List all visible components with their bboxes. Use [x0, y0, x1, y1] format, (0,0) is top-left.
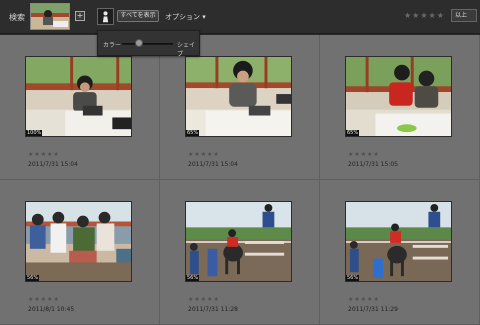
person-icon[interactable] — [97, 8, 114, 25]
zoom-badge: 56% — [186, 275, 200, 281]
photo-thumbnail[interactable]: 100% — [25, 56, 132, 137]
photo-cell[interactable]: 56% ★★★★★ 2011/7/31 11:28 — [160, 180, 320, 325]
zoom-badge: 56% — [346, 275, 360, 281]
photo-grid: 100% ★★★★★ 2011/7/31 15:04 65% ★★★★★ 201… — [0, 35, 480, 325]
slider-shape-label: シェイプ — [177, 42, 196, 58]
options-label: オプション — [165, 13, 200, 21]
photo-thumbnail[interactable]: 56% — [185, 201, 292, 282]
photo-image — [186, 202, 291, 281]
photo-cell[interactable]: 100% ★★★★★ 2011/7/31 15:04 — [0, 35, 160, 180]
photo-thumbnail[interactable]: 56% — [345, 201, 452, 282]
search-label: 検索 — [9, 13, 25, 22]
photo-date: 2011/7/31 11:29 — [348, 306, 398, 313]
rating-condition-select[interactable]: 以上 — [451, 9, 477, 22]
photo-date: 2011/8/1 10:45 — [28, 306, 75, 313]
photo-image — [186, 57, 291, 136]
photo-date: 2011/7/31 15:04 — [28, 161, 78, 168]
photo-rating-stars[interactable]: ★★★★★ — [28, 296, 60, 303]
search-toolbar: 検索 + すべてを表示 オプション ▾ ★★★★★ 以上 — [0, 0, 480, 34]
zoom-badge: 65% — [186, 130, 200, 136]
rating-filter-stars[interactable]: ★★★★★ — [404, 11, 445, 20]
zoom-badge: 100% — [26, 130, 43, 136]
photo-image — [26, 57, 131, 136]
photo-cell[interactable]: 56% ★★★★★ 2011/7/31 11:29 — [320, 180, 480, 325]
photo-date: 2011/7/31 15:04 — [188, 161, 238, 168]
photo-date: 2011/7/31 15:05 — [348, 161, 398, 168]
zoom-badge: 56% — [26, 275, 40, 281]
photo-thumbnail[interactable]: 56% — [25, 201, 132, 282]
search-source-thumbnail[interactable] — [30, 3, 70, 30]
photo-cell[interactable]: 65% ★★★★★ 2011/7/31 15:05 — [320, 35, 480, 180]
photo-image — [26, 202, 131, 281]
photo-rating-stars[interactable]: ★★★★★ — [188, 151, 220, 158]
photo-thumbnail[interactable]: 65% — [185, 56, 292, 137]
chevron-down-icon: ▾ — [202, 13, 206, 21]
photo-rating-stars[interactable]: ★★★★★ — [348, 296, 380, 303]
slider-knob[interactable] — [134, 39, 143, 47]
slider-track[interactable] — [122, 43, 173, 45]
zoom-badge: 65% — [346, 130, 360, 136]
slider-color-label: カラー — [103, 42, 122, 49]
add-search-button[interactable]: + — [75, 11, 85, 21]
photo-date: 2011/7/31 11:28 — [188, 306, 238, 313]
photo-rating-stars[interactable]: ★★★★★ — [188, 296, 220, 303]
show-all-button[interactable]: すべてを表示 — [117, 10, 159, 22]
photo-rating-stars[interactable]: ★★★★★ — [28, 151, 60, 158]
color-shape-slider-popup: カラー シェイプ — [97, 30, 200, 58]
photo-image — [346, 57, 451, 136]
photo-thumbnail[interactable]: 65% — [345, 56, 452, 137]
options-menu[interactable]: オプション ▾ — [165, 12, 206, 22]
photo-image — [346, 202, 451, 281]
photo-cell[interactable]: 56% ★★★★★ 2011/8/1 10:45 — [0, 180, 160, 325]
photo-rating-stars[interactable]: ★★★★★ — [348, 151, 380, 158]
